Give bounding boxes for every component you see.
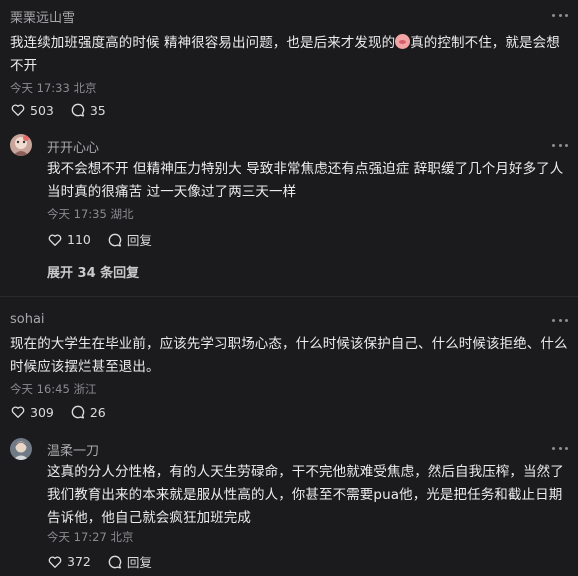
- like-count: 372: [67, 554, 91, 569]
- heart-icon: [11, 406, 25, 418]
- like-button[interactable]: 110: [47, 232, 91, 248]
- comment-text: 我连续加班强度高的时候 精神很容易出问题，也是后来才发现的 真的控制不住，就是会想…: [10, 32, 572, 78]
- reply-button[interactable]: 回复: [107, 552, 152, 571]
- comment-icon: [108, 555, 122, 569]
- emoji-icon: [395, 34, 411, 49]
- comment-icon: [108, 233, 122, 247]
- reply-count: 26: [89, 404, 106, 420]
- comment-meta: 今天 16:45 浙江: [10, 381, 96, 397]
- reply-button[interactable]: 回复: [107, 230, 152, 249]
- comment-text-part: 我连续加班强度高的时候 精神很容易出问题，也是后来才发现的: [10, 35, 396, 51]
- more-icon[interactable]: [552, 315, 568, 325]
- more-icon[interactable]: [552, 140, 568, 150]
- reply-label: 回复: [126, 233, 152, 248]
- like-count: 309: [30, 404, 54, 420]
- more-icon[interactable]: [552, 10, 568, 20]
- reply-count-button[interactable]: 26: [70, 404, 106, 420]
- reply-username[interactable]: 开开心心: [47, 137, 99, 156]
- comment-divider: [0, 296, 578, 297]
- reply-label: 回复: [126, 555, 152, 570]
- reply-location: 湖北: [110, 207, 134, 221]
- like-button[interactable]: 309: [10, 404, 54, 420]
- reply-time: 今天 17:35: [47, 207, 107, 221]
- expand-replies-button[interactable]: 展开 34 条回复: [47, 262, 139, 281]
- like-count: 503: [30, 102, 54, 118]
- comment-time: 今天 17:33: [10, 81, 70, 95]
- comment-location: 浙江: [73, 382, 97, 396]
- reply-meta: 今天 17:35 湖北: [47, 206, 133, 222]
- heart-icon: [48, 555, 62, 568]
- comment-actions: 309 26: [10, 404, 122, 420]
- reply-time: 今天 17:27: [47, 530, 107, 544]
- reply-count-button[interactable]: 35: [70, 102, 106, 118]
- comment-actions: 503 35: [10, 102, 122, 118]
- like-count: 110: [67, 232, 91, 247]
- reply-text: 我不会想不开 但精神压力特别大 导致非常焦虑还有点强迫症 辞职缓了几个月好多了人…: [47, 161, 564, 200]
- reply-actions: 110 回复: [47, 230, 168, 249]
- reply-username[interactable]: 温柔一刀: [47, 440, 99, 459]
- heart-icon: [11, 104, 25, 116]
- comment-meta: 今天 17:33 北京: [10, 80, 96, 96]
- more-icon[interactable]: [552, 443, 568, 453]
- comment-time: 今天 16:45: [10, 382, 70, 396]
- reply-text: 这真的分人分性格，有的人天生劳碌命，干不完他就难受焦虑，然后自我压榨，当然了我们…: [47, 464, 564, 526]
- reply-actions: 372 回复: [47, 552, 168, 571]
- avatar[interactable]: [10, 134, 32, 156]
- like-button[interactable]: 503: [10, 102, 54, 118]
- comment-location: 北京: [73, 81, 97, 95]
- reply-count: 35: [89, 102, 106, 118]
- comment-icon: [71, 103, 85, 117]
- like-button[interactable]: 372: [47, 554, 91, 570]
- comment-username[interactable]: 栗栗远山雪: [10, 7, 75, 26]
- reply-location: 北京: [110, 530, 134, 544]
- avatar[interactable]: [10, 438, 32, 460]
- comment-icon: [71, 405, 85, 419]
- reply-meta: 今天 17:27 北京: [47, 529, 133, 545]
- heart-icon: [48, 233, 62, 246]
- comment-text: 现在的大学生在毕业前，应该先学习职场心态，什么时候该保护自己、什么时候该拒绝、什…: [10, 336, 568, 375]
- comment-username[interactable]: sohai: [10, 312, 45, 327]
